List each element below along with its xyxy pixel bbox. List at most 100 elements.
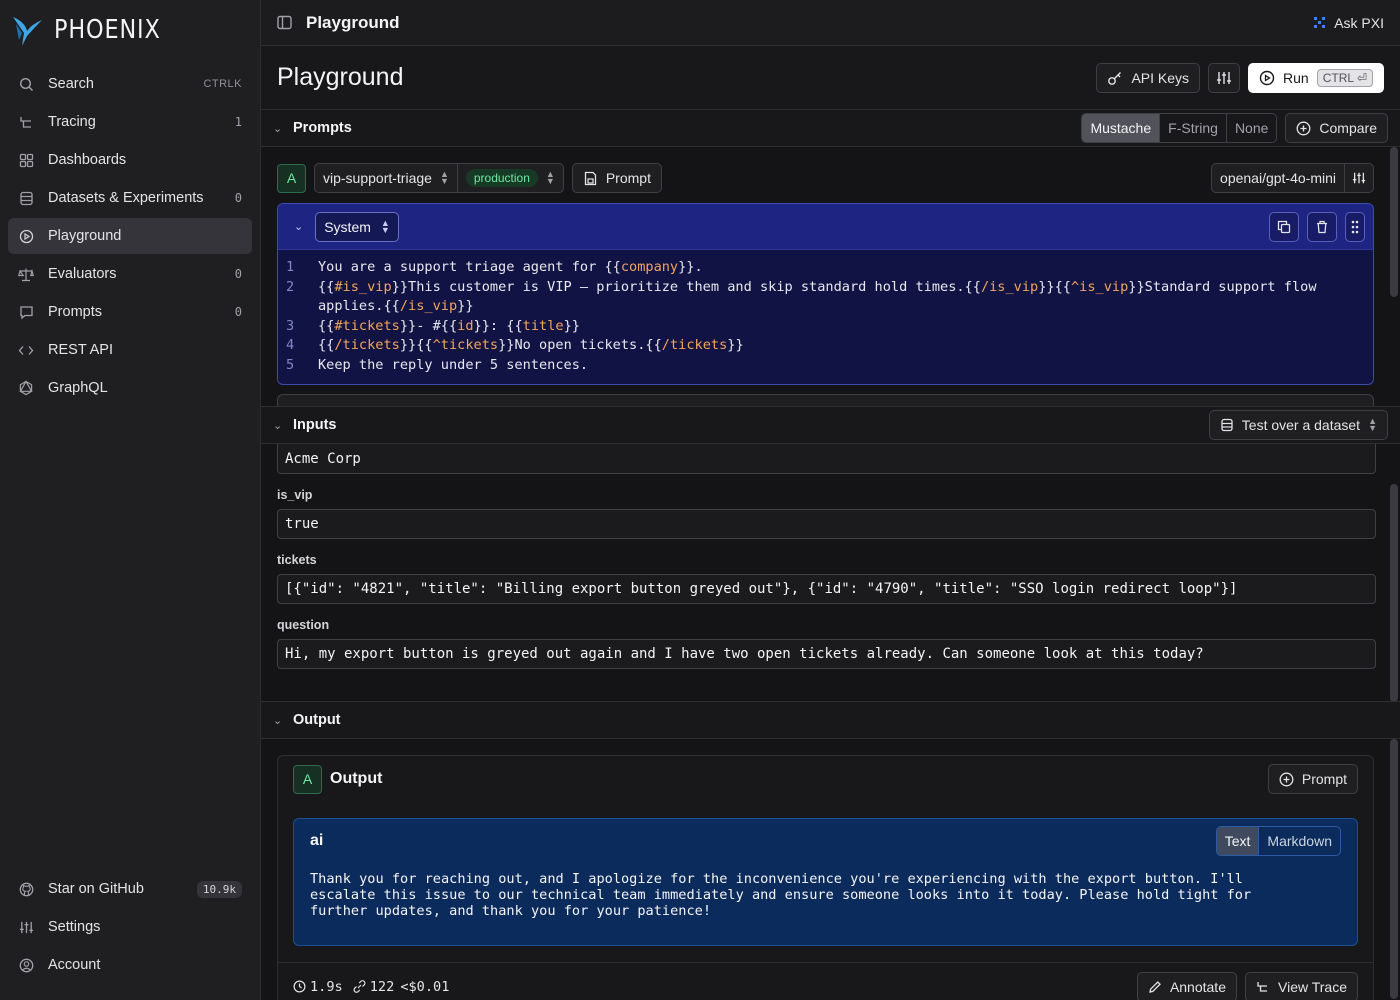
line-number: 1	[286, 259, 295, 275]
template-text: Keep the reply under 5 sentences.	[318, 356, 589, 373]
scale-icon	[18, 266, 34, 282]
annotate-button[interactable]: Annotate	[1136, 971, 1237, 1000]
output-prompt-button[interactable]: Prompt	[1267, 764, 1358, 794]
line-text: Keep the reply under 5 sentences.	[318, 356, 1373, 376]
sidebar-item-label: REST API	[48, 342, 114, 358]
sidebar-item-graphql[interactable]: GraphQL	[8, 370, 252, 406]
chevron-down-icon[interactable]: ⌄	[273, 122, 289, 135]
sidebar-item-evaluators[interactable]: Evaluators 0	[8, 256, 252, 292]
sidebar-item-label: Settings	[48, 919, 101, 935]
run-button[interactable]: Run CTRL ⏎	[1248, 62, 1384, 93]
sidebar-item-datasets-experiments[interactable]: Datasets & Experiments 0	[8, 180, 252, 216]
settings-sliders-button[interactable]	[1208, 62, 1241, 93]
template-variable: #is_vip	[334, 278, 392, 295]
shortcut-hint: CTRLK	[203, 78, 242, 90]
api-keys-button[interactable]: API Keys	[1096, 62, 1201, 93]
line-number: 4	[286, 337, 295, 354]
play-circle-icon	[1259, 70, 1275, 86]
chevron-updown-icon: ▲ ▼	[545, 169, 555, 186]
sidebar-item-rest-api[interactable]: REST API	[8, 332, 252, 368]
sidebar-item-tracing[interactable]: Tracing 1	[8, 104, 252, 140]
format-option-f-string[interactable]: F-String	[1160, 114, 1227, 142]
template-text: }}	[457, 298, 474, 315]
prompt-picker[interactable]: vip-support-triage ▲ ▼ production ▲ ▼	[314, 163, 564, 193]
drag-handle[interactable]	[1345, 211, 1365, 242]
input-label-question: question	[277, 618, 330, 632]
sidebar-item-search[interactable]: Search CTRLK	[8, 66, 252, 102]
input-field-question[interactable]: Hi, my export button is greyed out again…	[277, 639, 1376, 669]
model-name[interactable]: openai/gpt-4o-mini	[1212, 164, 1345, 192]
inputs-section-header[interactable]: ⌄ Inputs Test over a dataset ▲ ▼	[261, 407, 1400, 444]
message-editor[interactable]: 1 You are a support triage agent for {{co…	[278, 250, 1373, 384]
template-text: }}{{	[399, 337, 433, 354]
view-trace-button[interactable]: View Trace	[1245, 971, 1358, 1000]
template-text: You are a support triage agent for {{	[318, 259, 621, 275]
model-picker[interactable]: openai/gpt-4o-mini	[1211, 163, 1374, 193]
prompts-scrollbar[interactable]	[1390, 147, 1398, 297]
topbar: Playground Ask PXI	[261, 0, 1400, 46]
input-label-is-vip: is_vip	[277, 488, 313, 502]
chevron-down-icon[interactable]: ⌄	[273, 714, 289, 727]
plus-circle-icon	[1279, 772, 1294, 787]
sidebar-item-playground[interactable]: Playground	[8, 218, 252, 254]
prompts-section-header[interactable]: ⌄ Prompts Mustache F-String None Compare	[261, 110, 1400, 147]
github-icon	[18, 881, 34, 897]
view-mode-markdown[interactable]: Markdown	[1259, 827, 1340, 855]
graphql-icon	[18, 380, 34, 396]
sidebar-item-label: Star on GitHub	[48, 881, 144, 897]
chevron-updown-icon: ▲ ▼	[439, 169, 449, 186]
sidebar-item-dashboards[interactable]: Dashboards	[8, 142, 252, 178]
phoenix-logo-icon	[10, 12, 44, 48]
ask-pxi-button[interactable]: Ask PXI	[1313, 15, 1384, 31]
clock-icon	[293, 980, 306, 993]
save-file-icon	[583, 171, 598, 186]
input-field-tickets[interactable]: [{"id": "4821", "title": "Billing export…	[277, 574, 1376, 604]
input-label-tickets: tickets	[277, 553, 317, 567]
prompt-button[interactable]: Prompt	[571, 163, 662, 193]
view-trace-label: View Trace	[1278, 978, 1347, 995]
main-area: Playground Ask PXI Playground API Keys R…	[261, 0, 1400, 1000]
prompt-tag-select[interactable]: production ▲ ▼	[456, 164, 563, 192]
sidebar-item-label: Evaluators	[48, 266, 117, 282]
input-field-is-vip[interactable]: true	[277, 509, 1376, 539]
output-scrollbar[interactable]	[1390, 739, 1398, 999]
pencil-icon	[1148, 980, 1162, 994]
sidebar-item-prompts[interactable]: Prompts 0	[8, 294, 252, 330]
code-line: 3 {{#tickets}}- #{{id}}: {{title}}	[278, 317, 1373, 337]
sidebar-item-label: Dashboards	[48, 152, 127, 168]
code-line: 1 You are a support triage agent for {{co…	[278, 258, 1373, 278]
code-line: 2 {{#is_vip}}This customer is VIP — prior…	[278, 278, 1373, 317]
count-badge: 0	[234, 305, 242, 319]
chevron-down-icon[interactable]: ⌄	[294, 220, 303, 233]
ai-text-line: further updates, and thank you for your …	[310, 903, 712, 919]
grip-icon	[1351, 220, 1359, 234]
delete-message-button[interactable]	[1307, 211, 1337, 242]
view-mode-text[interactable]: Text	[1216, 827, 1260, 855]
sidebar-item-settings[interactable]: Settings	[8, 909, 252, 945]
inputs-scrollbar[interactable]	[1390, 484, 1398, 701]
chevron-updown-icon: ▲ ▼	[380, 217, 390, 235]
chevron-down-icon[interactable]: ⌄	[273, 419, 289, 432]
run-shortcut: CTRL ⏎	[1316, 68, 1373, 87]
ai-response-text: Thank you for reaching out, and I apolog…	[294, 863, 1357, 919]
format-option-none[interactable]: None	[1227, 114, 1276, 142]
role-select[interactable]: System ▲ ▼	[315, 211, 399, 242]
sidebar-item-star-on-github[interactable]: Star on GitHub 10.9k	[8, 871, 252, 907]
copy-button[interactable]	[1269, 211, 1299, 242]
prompt-name-select[interactable]: vip-support-triage ▲ ▼	[315, 164, 457, 192]
sidebar-toggle-icon[interactable]	[277, 15, 292, 30]
logo[interactable]: PHOENIX	[8, 0, 252, 60]
output-section-header[interactable]: ⌄ Output	[261, 702, 1400, 739]
company-input[interactable]: Acme Corp	[277, 444, 1376, 474]
model-config-icon[interactable]	[1345, 171, 1373, 185]
template-text: {{	[318, 337, 335, 354]
test-over-dataset-select[interactable]: Test over a dataset ▲ ▼	[1208, 410, 1388, 440]
code-line: 4 {{/tickets}}{{^tickets}}No open tickets…	[278, 336, 1373, 356]
sidebar-item-account[interactable]: Account	[8, 947, 252, 983]
format-option-mustache[interactable]: Mustache	[1082, 114, 1161, 142]
compare-button[interactable]: Compare	[1285, 113, 1388, 143]
line-number: 5	[286, 356, 295, 373]
sidebar-item-label: Search	[48, 76, 94, 92]
plus-circle-icon	[1296, 121, 1311, 136]
line-text: {{/tickets}}{{^tickets}}No open tickets.…	[318, 336, 1373, 356]
